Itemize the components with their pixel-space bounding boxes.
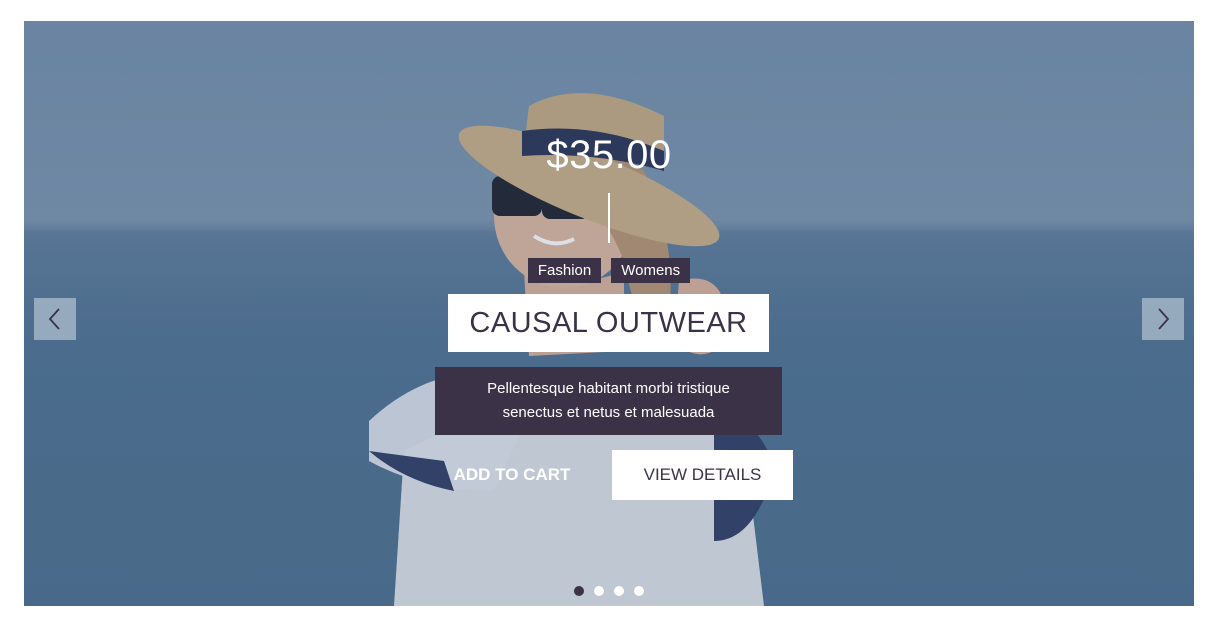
- add-to-cart-button[interactable]: ADD TO CART: [444, 450, 580, 500]
- pagination-dot-1[interactable]: [574, 586, 584, 596]
- pagination-dot-4[interactable]: [634, 586, 644, 596]
- product-title: CAUSAL OUTWEAR: [448, 294, 769, 352]
- view-details-button[interactable]: VIEW DETAILS: [612, 450, 793, 500]
- description-line-2: senectus et netus et malesuada: [502, 404, 715, 421]
- tag-fashion[interactable]: Fashion: [527, 258, 602, 283]
- previous-slide-button[interactable]: [34, 298, 76, 340]
- pagination-dot-2[interactable]: [594, 586, 604, 596]
- product-description: Pellentesque habitant morbi tristique se…: [435, 367, 782, 435]
- tag-womens[interactable]: Womens: [611, 258, 691, 283]
- slide-pagination: [24, 586, 1194, 596]
- price-divider: [608, 193, 610, 243]
- category-tags: Fashion Womens: [24, 258, 1194, 283]
- chevron-left-icon: [48, 308, 60, 330]
- hero-slider: $35.00 Fashion Womens CAUSAL OUTWEAR Pel…: [24, 21, 1194, 606]
- product-price: $35.00: [546, 133, 672, 177]
- pagination-dot-3[interactable]: [614, 586, 624, 596]
- chevron-right-icon: [1158, 308, 1170, 330]
- next-slide-button[interactable]: [1142, 298, 1184, 340]
- description-line-1: Pellentesque habitant morbi tristique: [487, 380, 730, 397]
